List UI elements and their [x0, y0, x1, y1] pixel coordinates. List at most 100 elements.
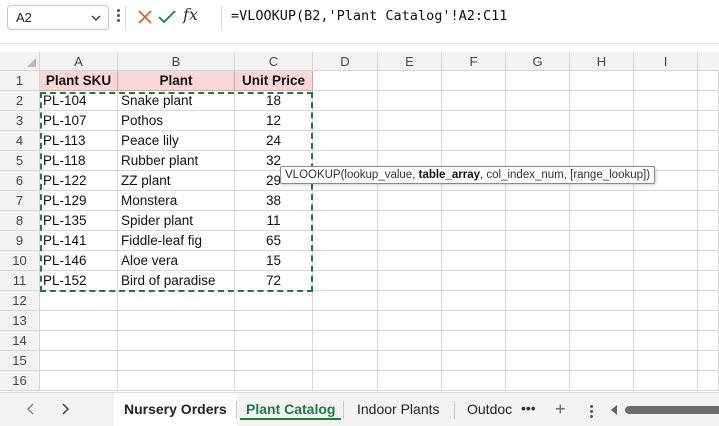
empty-cell[interactable] — [235, 311, 313, 331]
empty-cell[interactable] — [118, 351, 235, 371]
cell-sku[interactable]: PL-113 — [40, 131, 118, 151]
empty-cell[interactable] — [40, 371, 118, 391]
empty-cell[interactable] — [634, 331, 698, 351]
empty-cell[interactable] — [442, 371, 506, 391]
empty-cell[interactable] — [378, 191, 442, 211]
tab-nursery-orders[interactable]: Nursery Orders — [114, 393, 237, 426]
empty-cell[interactable] — [634, 71, 698, 91]
empty-cell[interactable] — [698, 251, 719, 271]
cell-sku[interactable]: PL-141 — [40, 231, 118, 251]
empty-cell[interactable] — [698, 371, 719, 391]
empty-cell[interactable] — [570, 191, 634, 211]
cell-unit-price[interactable]: 65 — [235, 231, 313, 251]
check-icon[interactable] — [158, 9, 176, 25]
cell-plant[interactable]: Aloe vera — [118, 251, 235, 271]
column-header-e[interactable]: E — [378, 52, 442, 71]
empty-cell[interactable] — [506, 231, 570, 251]
empty-cell[interactable] — [506, 271, 570, 291]
row-header[interactable]: 6 — [0, 171, 40, 191]
empty-cell[interactable] — [506, 291, 570, 311]
empty-cell[interactable] — [570, 271, 634, 291]
empty-cell[interactable] — [235, 371, 313, 391]
empty-cell[interactable] — [442, 91, 506, 111]
row-header[interactable]: 5 — [0, 151, 40, 171]
empty-cell[interactable] — [313, 351, 378, 371]
cell-unit-price[interactable]: 15 — [235, 251, 313, 271]
empty-cell[interactable] — [570, 291, 634, 311]
empty-cell[interactable] — [506, 351, 570, 371]
empty-cell[interactable] — [698, 191, 719, 211]
empty-cell[interactable] — [570, 331, 634, 351]
cell-plant[interactable]: Rubber plant — [118, 151, 235, 171]
empty-cell[interactable] — [506, 331, 570, 351]
empty-cell[interactable] — [313, 71, 378, 91]
cell-plant[interactable]: Bird of paradise — [118, 271, 235, 291]
empty-cell[interactable] — [118, 371, 235, 391]
empty-cell[interactable] — [378, 91, 442, 111]
empty-cell[interactable] — [634, 91, 698, 111]
scrollbar-thumb[interactable] — [625, 406, 719, 414]
empty-cell[interactable] — [698, 211, 719, 231]
empty-cell[interactable] — [442, 211, 506, 231]
chevron-right-icon[interactable] — [58, 402, 72, 416]
empty-cell[interactable] — [570, 111, 634, 131]
empty-cell[interactable] — [634, 231, 698, 251]
cell-sku[interactable]: PL-135 — [40, 211, 118, 231]
select-all-button[interactable] — [0, 52, 40, 71]
row-header[interactable]: 4 — [0, 131, 40, 151]
empty-cell[interactable] — [634, 131, 698, 151]
empty-cell[interactable] — [378, 231, 442, 251]
empty-cell[interactable] — [698, 171, 719, 191]
horizontal-scrollbar[interactable] — [611, 403, 719, 417]
cell-sku[interactable]: PL-152 — [40, 271, 118, 291]
empty-cell[interactable] — [378, 271, 442, 291]
empty-cell[interactable] — [378, 331, 442, 351]
more-sheets-icon[interactable]: ••• — [521, 400, 536, 416]
cell-unit-price[interactable]: 24 — [235, 131, 313, 151]
empty-cell[interactable] — [506, 71, 570, 91]
empty-cell[interactable] — [313, 191, 378, 211]
empty-cell[interactable] — [378, 251, 442, 271]
empty-cell[interactable] — [698, 151, 719, 171]
empty-cell[interactable] — [506, 91, 570, 111]
row-header[interactable]: 2 — [0, 91, 40, 111]
empty-cell[interactable] — [698, 351, 719, 371]
empty-cell[interactable] — [313, 371, 378, 391]
empty-cell[interactable] — [634, 371, 698, 391]
cell-plant[interactable]: Monstera — [118, 191, 235, 211]
empty-cell[interactable] — [634, 251, 698, 271]
empty-cell[interactable] — [442, 331, 506, 351]
tooltip-current-arg[interactable]: table_array — [419, 169, 480, 181]
cell-plant[interactable]: Fiddle-leaf fig — [118, 231, 235, 251]
empty-cell[interactable] — [378, 211, 442, 231]
empty-cell[interactable] — [235, 351, 313, 371]
cell-plant[interactable]: Snake plant — [118, 91, 235, 111]
empty-cell[interactable] — [506, 111, 570, 131]
tab-outdoor[interactable]: Outdoc — [457, 393, 517, 426]
cell-unit-price[interactable]: 38 — [235, 191, 313, 211]
cell-unit-price[interactable]: 18 — [235, 91, 313, 111]
empty-cell[interactable] — [313, 231, 378, 251]
empty-cell[interactable] — [442, 191, 506, 211]
empty-cell[interactable] — [698, 71, 719, 91]
empty-cell[interactable] — [313, 211, 378, 231]
empty-cell[interactable] — [378, 131, 442, 151]
empty-cell[interactable] — [118, 291, 235, 311]
empty-cell[interactable] — [698, 291, 719, 311]
plus-icon[interactable]: + — [555, 399, 566, 420]
column-header-b[interactable]: B — [118, 52, 235, 71]
empty-cell[interactable] — [570, 251, 634, 271]
empty-cell[interactable] — [634, 211, 698, 231]
row-header[interactable]: 1 — [0, 71, 40, 91]
column-header-c[interactable]: C — [235, 52, 313, 71]
cell-plant[interactable]: ZZ plant — [118, 171, 235, 191]
empty-cell[interactable] — [313, 291, 378, 311]
row-header[interactable]: 8 — [0, 211, 40, 231]
cell-plant[interactable]: Spider plant — [118, 211, 235, 231]
empty-cell[interactable] — [506, 211, 570, 231]
empty-cell[interactable] — [378, 71, 442, 91]
scroll-left-icon[interactable] — [611, 405, 617, 415]
empty-cell[interactable] — [40, 351, 118, 371]
more-options-icon[interactable] — [115, 8, 121, 28]
empty-cell[interactable] — [40, 291, 118, 311]
